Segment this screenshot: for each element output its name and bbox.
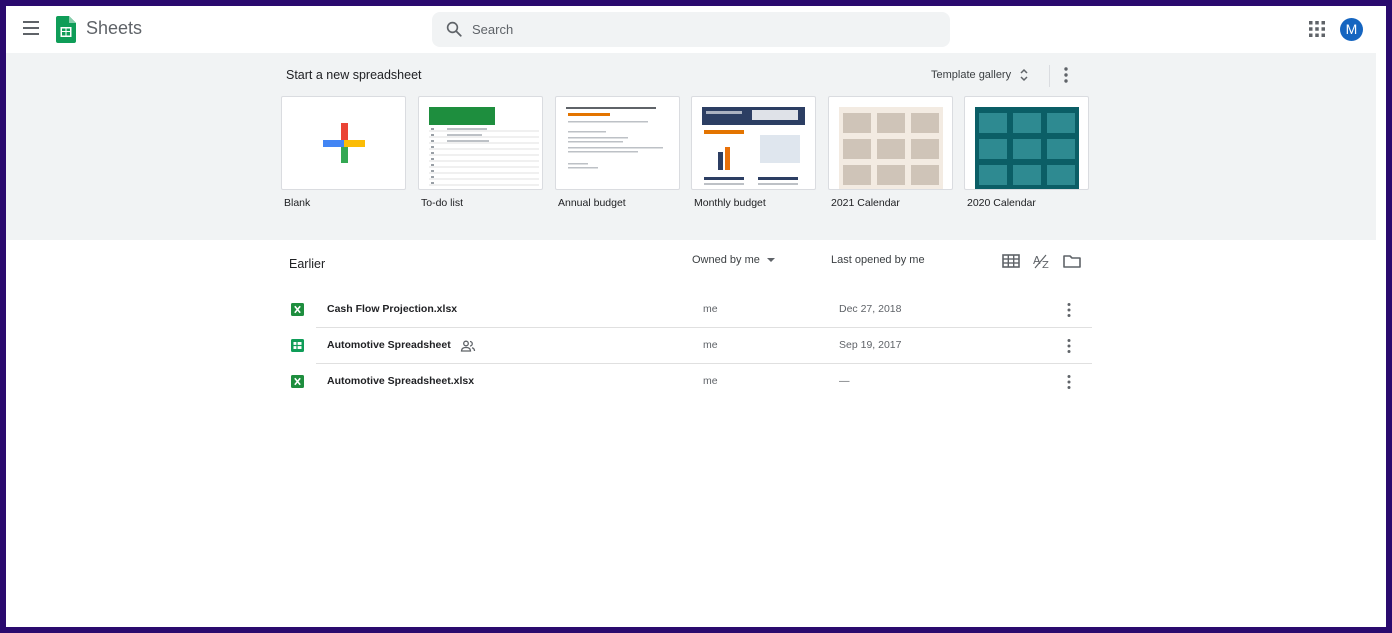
more-options-icon[interactable] xyxy=(1060,373,1078,391)
template-gallery-label: Template gallery xyxy=(931,69,1012,81)
owner-filter-label: Owned by me xyxy=(692,254,760,266)
file-owner: me xyxy=(703,339,718,351)
file-name[interactable]: Cash Flow Projection.xlsx xyxy=(327,303,457,315)
file-last-opened: — xyxy=(839,375,850,387)
template-label: 2020 Calendar xyxy=(967,197,1036,209)
app-window: Sheets M Start a new spreadsheet Templat… xyxy=(6,6,1386,627)
template-thumbnail[interactable] xyxy=(418,96,543,190)
more-options-icon[interactable] xyxy=(1060,337,1078,355)
sheets-logo-icon[interactable] xyxy=(56,16,76,43)
more-options-icon[interactable] xyxy=(1056,65,1076,85)
sheets-file-icon xyxy=(291,339,304,352)
template-2020-calendar[interactable]: 2020 Calendar xyxy=(964,96,1089,209)
main-menu-icon[interactable] xyxy=(19,17,43,41)
template-thumbnail[interactable] xyxy=(281,96,406,190)
calendar-2021-thumbnail-graphic xyxy=(839,107,943,189)
template-label: Annual budget xyxy=(558,197,626,209)
folder-picker-icon[interactable] xyxy=(1062,251,1082,271)
template-blank[interactable]: Blank xyxy=(281,96,406,209)
divider xyxy=(1049,65,1050,87)
section-title: Earlier xyxy=(289,257,326,271)
file-name[interactable]: Automotive Spreadsheet.xlsx xyxy=(327,375,474,387)
file-last-opened: Sep 19, 2017 xyxy=(839,339,902,351)
search-icon[interactable] xyxy=(445,20,463,38)
template-thumbnail[interactable] xyxy=(691,96,816,190)
template-annual-budget[interactable]: Annual budget xyxy=(555,96,680,209)
template-gallery-button[interactable]: Template gallery xyxy=(931,63,1031,87)
template-section-title: Start a new spreadsheet xyxy=(286,68,422,82)
file-list-header: Earlier Owned by me Last opened by me A … xyxy=(6,240,1386,290)
todo-thumbnail-graphic xyxy=(429,107,539,186)
expand-collapse-icon xyxy=(1020,68,1028,82)
svg-text:Z: Z xyxy=(1042,260,1049,271)
template-todo-list[interactable]: To-do list xyxy=(418,96,543,209)
calendar-2020-thumbnail-graphic xyxy=(975,107,1079,189)
file-row[interactable]: Automotive Spreadsheet.xlsx me — xyxy=(284,364,1092,400)
file-name[interactable]: Automotive Spreadsheet xyxy=(327,339,451,351)
grid-view-icon[interactable] xyxy=(1001,251,1021,271)
sort-az-icon[interactable]: A Z xyxy=(1032,251,1052,271)
excel-file-icon xyxy=(291,375,304,388)
file-owner: me xyxy=(703,303,718,315)
dropdown-arrow-icon xyxy=(766,258,775,262)
template-label: Blank xyxy=(284,197,311,209)
template-label: Monthly budget xyxy=(694,197,766,209)
template-2021-calendar[interactable]: 2021 Calendar xyxy=(828,96,953,209)
template-thumbnail[interactable] xyxy=(555,96,680,190)
search-bar[interactable] xyxy=(432,12,950,47)
shared-people-icon xyxy=(460,340,476,352)
search-input[interactable] xyxy=(472,12,932,47)
file-row[interactable]: Cash Flow Projection.xlsx me Dec 27, 201… xyxy=(284,292,1092,328)
sort-column-header[interactable]: Last opened by me xyxy=(831,254,925,266)
file-last-opened: Dec 27, 2018 xyxy=(839,303,902,315)
template-monthly-budget[interactable]: Monthly budget xyxy=(691,96,816,209)
template-thumbnail[interactable] xyxy=(828,96,953,190)
apps-grid-icon[interactable] xyxy=(1308,20,1326,38)
template-label: 2021 Calendar xyxy=(831,197,900,209)
owner-filter-dropdown[interactable]: Owned by me xyxy=(692,254,776,266)
file-owner: me xyxy=(703,375,718,387)
monthly-budget-thumbnail-graphic xyxy=(702,107,805,185)
app-title[interactable]: Sheets xyxy=(86,18,142,39)
more-options-icon[interactable] xyxy=(1060,301,1078,319)
excel-file-icon xyxy=(291,303,304,316)
template-label: To-do list xyxy=(421,197,464,209)
template-section: Start a new spreadsheet Template gallery xyxy=(6,53,1376,240)
annual-budget-thumbnail-graphic xyxy=(566,107,663,169)
template-thumbnail[interactable] xyxy=(964,96,1089,190)
plus-icon xyxy=(323,123,365,163)
account-avatar[interactable]: M xyxy=(1340,18,1363,41)
top-bar: Sheets M xyxy=(6,6,1386,53)
file-row[interactable]: Automotive Spreadsheet me Sep 19, 2017 xyxy=(284,328,1092,364)
